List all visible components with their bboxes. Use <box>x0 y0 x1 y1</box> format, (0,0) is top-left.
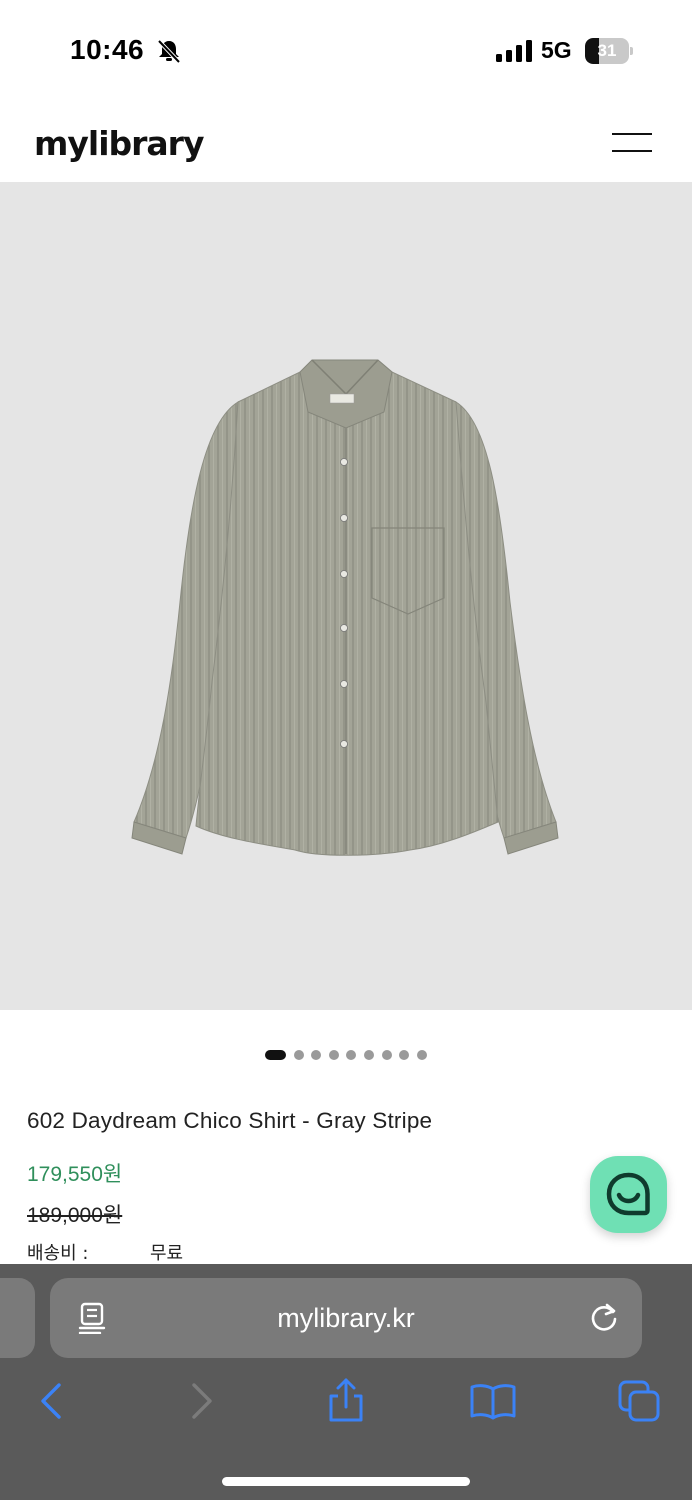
shipping-value: 무료 <box>150 1243 184 1264</box>
battery-icon: 31 <box>585 38 633 64</box>
shipping-label: 배송비 : <box>27 1243 89 1264</box>
carousel-dot[interactable] <box>416 1050 427 1060</box>
share-button[interactable] <box>321 1376 371 1426</box>
hamburger-menu-icon[interactable] <box>608 128 656 158</box>
product-image[interactable] <box>0 182 692 1010</box>
bell-slash-icon <box>157 39 181 64</box>
address-bar[interactable]: mylibrary.kr <box>50 1278 642 1358</box>
tabs-button[interactable] <box>614 1376 664 1426</box>
sale-price: 179,550원 <box>27 1163 123 1186</box>
network-type: 5G <box>541 37 572 63</box>
product-title: 602 Daydream Chico Shirt - Gray Stripe <box>27 1108 433 1133</box>
carousel-dot[interactable] <box>399 1050 410 1060</box>
carousel-dot[interactable] <box>293 1050 304 1060</box>
back-button[interactable] <box>27 1376 77 1426</box>
browser-bottom-bar: mylibrary.kr <box>0 1264 692 1500</box>
tabs-icon <box>618 1380 660 1422</box>
status-bar: 10:46 5G 31 <box>0 0 692 100</box>
chat-smile-icon <box>606 1172 650 1216</box>
bookmarks-button[interactable] <box>468 1376 518 1426</box>
share-icon <box>329 1378 363 1422</box>
back-chevron-icon <box>41 1383 61 1419</box>
chat-button[interactable] <box>590 1156 667 1233</box>
carousel-dot[interactable] <box>265 1050 286 1060</box>
forward-chevron-icon <box>192 1383 212 1419</box>
url-text[interactable]: mylibrary.kr <box>50 1278 642 1358</box>
carousel-dot[interactable] <box>346 1050 357 1060</box>
site-logo[interactable]: mylibrary <box>34 124 204 163</box>
carousel-dot[interactable] <box>363 1050 374 1060</box>
carousel-dot[interactable] <box>311 1050 322 1060</box>
bookmarks-book-icon <box>470 1384 516 1420</box>
forward-button[interactable] <box>178 1376 228 1426</box>
original-price: 189,000원 <box>27 1204 123 1227</box>
carousel-dot[interactable] <box>381 1050 392 1060</box>
carousel-pagination[interactable] <box>265 1049 434 1061</box>
status-time: 10:46 <box>70 34 145 65</box>
cellular-signal-icon <box>496 40 532 62</box>
battery-level: 31 <box>597 41 617 60</box>
carousel-dot[interactable] <box>328 1050 339 1060</box>
reload-icon[interactable] <box>587 1300 621 1334</box>
previous-tab-preview[interactable] <box>0 1278 35 1358</box>
home-indicator <box>222 1477 470 1486</box>
shirt-image <box>131 359 559 856</box>
site-header: mylibrary <box>0 100 692 182</box>
